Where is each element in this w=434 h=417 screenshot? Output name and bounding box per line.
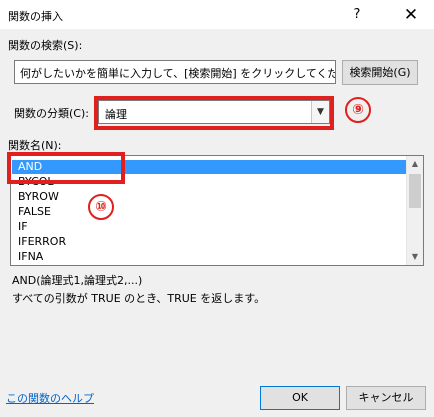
function-description: すべての引数が TRUE のとき、TRUE を返します。 [12, 292, 266, 305]
dialog-title: 関数の挿入 [8, 10, 63, 23]
highlight-box-category [94, 96, 334, 130]
highlight-box-function [7, 152, 125, 184]
search-button[interactable]: 検索開始(G) [342, 60, 418, 85]
scroll-up-icon[interactable]: ▲ [407, 156, 423, 172]
vertical-scrollbar[interactable]: ▲ ▼ [406, 156, 423, 265]
title-bar: 関数の挿入 ? ✕ [0, 0, 434, 30]
list-item[interactable]: IFERROR [12, 235, 406, 249]
annotation-marker-10: ⑩ [88, 194, 114, 220]
category-label: 関数の分類(C): [14, 107, 89, 120]
search-input[interactable]: 何がしたいかを簡単に入力して、[検索開始] をクリックしてください。 [14, 60, 336, 84]
ok-button[interactable]: OK [260, 386, 340, 410]
scroll-down-icon[interactable]: ▼ [407, 249, 423, 265]
help-icon[interactable]: ? [344, 4, 370, 26]
list-item[interactable]: BYROW [12, 190, 406, 204]
list-item[interactable]: IF [12, 220, 406, 234]
search-label: 関数の検索(S): [8, 39, 83, 52]
function-list-label: 関数名(N): [8, 139, 62, 152]
list-item[interactable]: IFNA [12, 250, 406, 264]
function-syntax: AND(論理式1,論理式2,...) [12, 274, 143, 287]
list-item[interactable]: FALSE [12, 205, 406, 219]
close-icon[interactable]: ✕ [398, 3, 424, 27]
function-help-link[interactable]: この関数のヘルプ [6, 390, 94, 406]
cancel-button[interactable]: キャンセル [346, 386, 426, 410]
annotation-marker-9: ⑨ [345, 97, 371, 123]
scroll-thumb[interactable] [409, 174, 421, 208]
